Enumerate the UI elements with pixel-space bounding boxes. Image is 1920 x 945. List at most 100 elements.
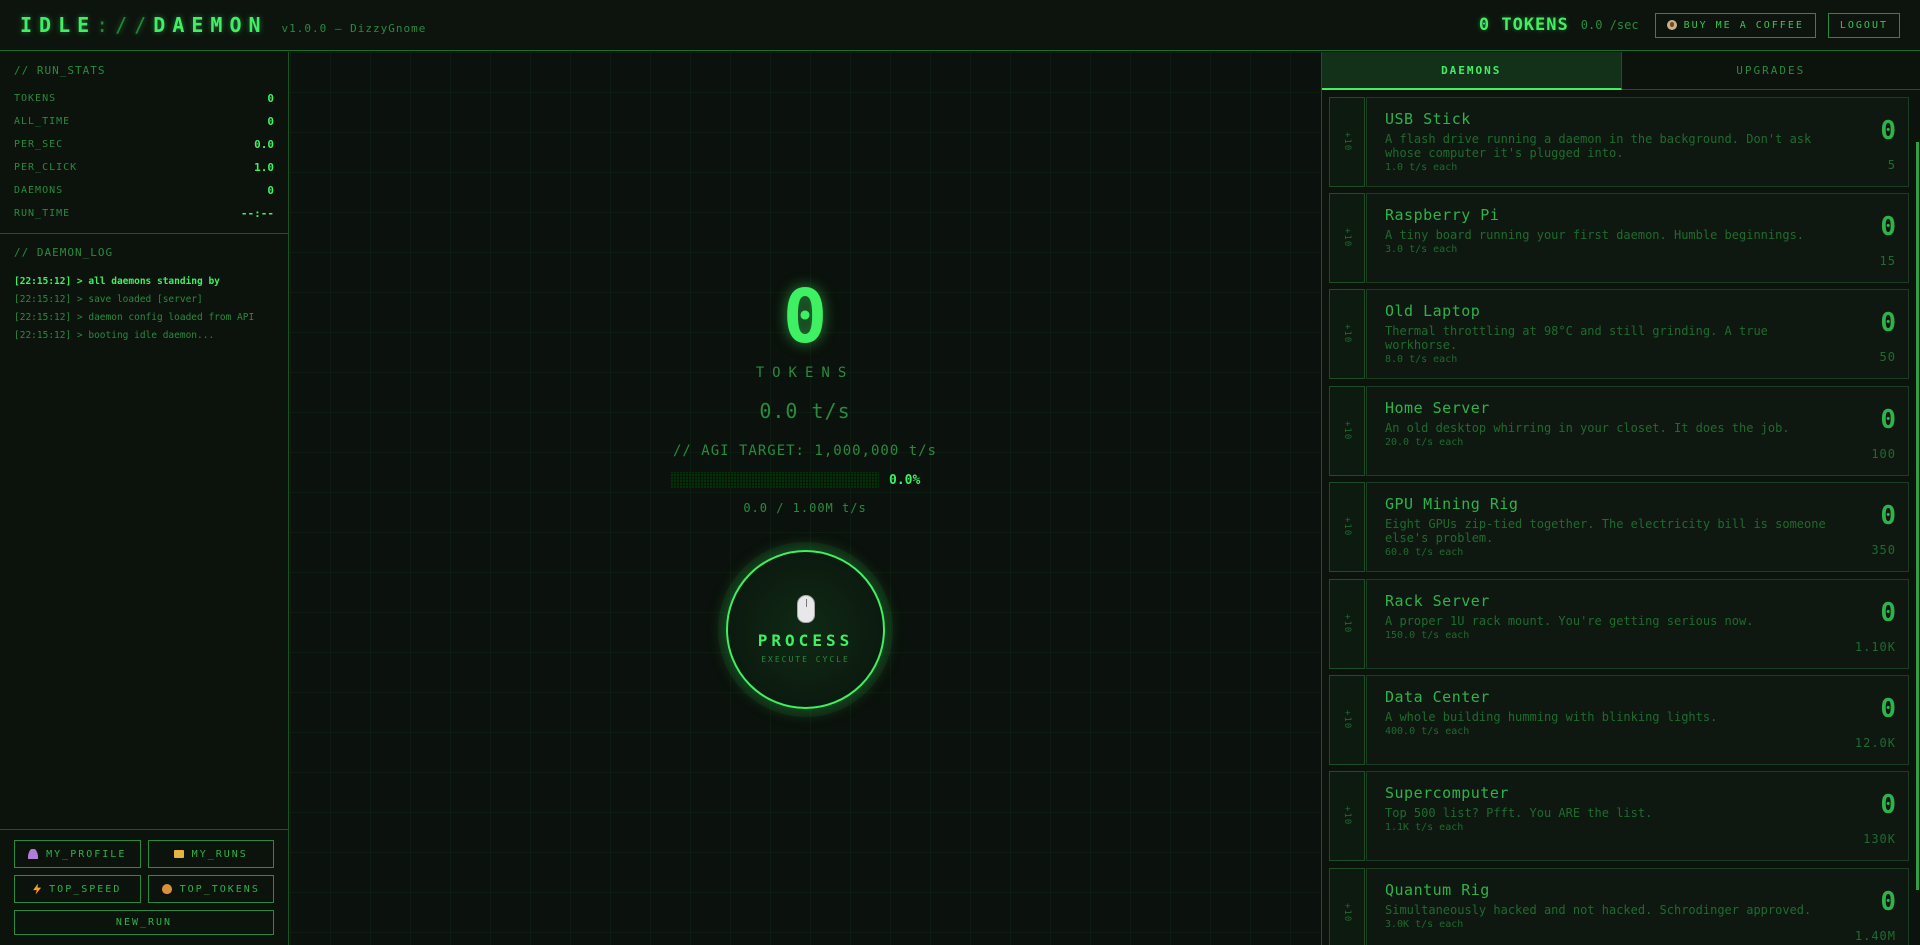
mouse-icon bbox=[796, 595, 815, 623]
buy-ten-button[interactable]: +10 bbox=[1329, 771, 1365, 861]
daemon-name: GPU Mining Rig bbox=[1385, 495, 1519, 513]
buy-ten-label: +10 bbox=[1342, 903, 1352, 923]
top-tokens-label: TOP_TOKENS bbox=[179, 883, 260, 895]
daemon-item[interactable]: +10 USB Stick A flash drive running a daem… bbox=[1329, 97, 1909, 187]
buy-ten-label: +10 bbox=[1342, 228, 1352, 248]
daemon-name: Supercomputer bbox=[1385, 784, 1509, 802]
buy-coffee-button[interactable]: BUY ME A COFFEE bbox=[1654, 12, 1816, 38]
daemon-rate: 8.0 t/s each bbox=[1385, 354, 1458, 365]
daemon-item[interactable]: +10 Rack Server A proper 1U rack mount. Yo… bbox=[1329, 579, 1909, 669]
stat-label: ALL_TIME bbox=[14, 116, 71, 127]
shop-panel: DAEMONS UPGRADES +10 USB Stick A flash dri… bbox=[1321, 52, 1920, 945]
stat-label: DAEMONS bbox=[14, 185, 64, 196]
daemon-list-scrollbar[interactable] bbox=[1916, 142, 1919, 890]
daemon-owned-count: 0 bbox=[1880, 308, 1896, 338]
daemon-item[interactable]: +10 Data Center A whole building humming w… bbox=[1329, 675, 1909, 765]
tab-daemons[interactable]: DAEMONS bbox=[1322, 52, 1622, 90]
log-line: [22:15:12] > save loaded [server] bbox=[14, 294, 203, 305]
header-per-sec: 0.0 /sec bbox=[1580, 18, 1639, 32]
process-label: PROCESS bbox=[757, 631, 854, 650]
daemon-card[interactable]: USB Stick A flash drive running a daemon … bbox=[1366, 97, 1909, 187]
stat-row-tokens: TOKENS 0 bbox=[0, 87, 288, 110]
daemon-cost: 1.40M bbox=[1854, 929, 1896, 943]
my-runs-button[interactable]: MY_RUNS bbox=[147, 840, 274, 868]
daemon-owned-count: 0 bbox=[1880, 790, 1896, 820]
daemon-owned-count: 0 bbox=[1880, 501, 1896, 531]
left-sidebar: // RUN_STATS TOKENS 0 ALL_TIME 0 PER_SEC 0.0 P… bbox=[0, 52, 289, 945]
buy-ten-button[interactable]: +10 bbox=[1329, 868, 1365, 945]
daemon-name: Quantum Rig bbox=[1385, 881, 1490, 899]
stat-label: TOKENS bbox=[14, 93, 57, 104]
stat-label: PER_CLICK bbox=[14, 162, 78, 173]
stat-value: 1.0 bbox=[254, 161, 274, 174]
buy-ten-label: +10 bbox=[1342, 806, 1352, 826]
buy-ten-button[interactable]: +10 bbox=[1329, 97, 1365, 187]
logo-separator: :// bbox=[96, 13, 154, 37]
daemon-card[interactable]: Data Center A whole building humming with… bbox=[1366, 675, 1909, 765]
run-stats-title: // RUN_STATS bbox=[14, 64, 106, 77]
daemon-item[interactable]: +10 Old Laptop Thermal throttling at 98°C … bbox=[1329, 289, 1909, 379]
lightning-icon bbox=[33, 883, 42, 895]
daemon-item[interactable]: +10 GPU Mining Rig Eight GPUs zip-tied tog… bbox=[1329, 482, 1909, 572]
daemon-cost: 5 bbox=[1887, 158, 1896, 172]
buy-coffee-label: BUY ME A COFFEE bbox=[1683, 19, 1804, 31]
stat-value: --:-- bbox=[240, 207, 274, 220]
new-run-button[interactable]: NEW_RUN bbox=[14, 910, 274, 935]
daemon-rate: 1.0 t/s each bbox=[1385, 162, 1458, 173]
daemon-owned-count: 0 bbox=[1880, 887, 1896, 917]
daemon-card[interactable]: Rack Server A proper 1U rack mount. You'r… bbox=[1366, 579, 1909, 669]
daemon-card[interactable]: Old Laptop Thermal throttling at 98°C and… bbox=[1366, 289, 1909, 379]
daemon-card[interactable]: Raspberry Pi A tiny board running your fi… bbox=[1366, 193, 1909, 283]
log-line: [22:15:12] > all daemons standing by bbox=[14, 276, 220, 287]
stat-label: RUN_TIME bbox=[14, 208, 71, 219]
token-counter: 0 bbox=[782, 274, 828, 360]
agi-progress: 0.0% bbox=[671, 472, 920, 488]
daemon-card[interactable]: GPU Mining Rig Eight GPUs zip-tied togeth… bbox=[1366, 482, 1909, 572]
daemon-owned-count: 0 bbox=[1880, 212, 1896, 242]
my-profile-button[interactable]: MY_PROFILE bbox=[14, 840, 141, 868]
daemon-cost: 350 bbox=[1871, 543, 1896, 557]
daemon-description: Top 500 list? Pfft. You ARE the list. bbox=[1385, 806, 1653, 820]
buy-ten-label: +10 bbox=[1342, 132, 1352, 152]
daemon-item[interactable]: +10 Home Server An old desktop whirring in… bbox=[1329, 386, 1909, 476]
top-speed-button[interactable]: TOP_SPEED bbox=[14, 875, 141, 903]
buy-ten-label: +10 bbox=[1342, 324, 1352, 344]
tab-upgrades[interactable]: UPGRADES bbox=[1621, 52, 1920, 90]
top-tokens-button[interactable]: TOP_TOKENS bbox=[147, 875, 274, 903]
buy-ten-button[interactable]: +10 bbox=[1329, 482, 1365, 572]
log-line: [22:15:12] > daemon config loaded from A… bbox=[14, 312, 255, 323]
logo-part-daemon: DAEMON bbox=[153, 13, 268, 37]
tokens-label: TOKENS bbox=[755, 365, 855, 381]
buy-ten-button[interactable]: +10 bbox=[1329, 386, 1365, 476]
my-runs-label: MY_RUNS bbox=[191, 848, 248, 860]
agi-progress-bar bbox=[671, 472, 879, 488]
buy-ten-button[interactable]: +10 bbox=[1329, 579, 1365, 669]
logout-button[interactable]: LOGOUT bbox=[1827, 12, 1900, 38]
daemon-item[interactable]: +10 Raspberry Pi A tiny board running your… bbox=[1329, 193, 1909, 283]
daemon-description: Eight GPUs zip-tied together. The electr… bbox=[1385, 517, 1826, 545]
stat-row-daemons: DAEMONS 0 bbox=[0, 179, 288, 202]
daemon-item[interactable]: +10 Supercomputer Top 500 list? Pfft. You … bbox=[1329, 771, 1909, 861]
stat-value: 0 bbox=[267, 184, 274, 197]
money-bag-icon bbox=[161, 884, 172, 894]
log-line: [22:15:12] > booting idle daemon... bbox=[14, 330, 215, 341]
app-logo: IDLE://DAEMON bbox=[20, 13, 268, 37]
header-token-count: 0 TOKENS bbox=[1478, 15, 1569, 35]
agi-progress-percent: 0.0% bbox=[889, 472, 921, 488]
daemon-card[interactable]: Home Server An old desktop whirring in yo… bbox=[1366, 386, 1909, 476]
buy-ten-button[interactable]: +10 bbox=[1329, 289, 1365, 379]
process-button[interactable]: PROCESS EXECUTE CYCLE bbox=[726, 550, 885, 709]
daemon-cost: 15 bbox=[1879, 254, 1896, 268]
daemon-name: USB Stick bbox=[1385, 110, 1471, 128]
agi-target: // AGI TARGET: 1,000,000 t/s bbox=[672, 443, 937, 459]
buy-ten-button[interactable]: +10 bbox=[1329, 675, 1365, 765]
buy-ten-button[interactable]: +10 bbox=[1329, 193, 1365, 283]
daemon-card[interactable]: Quantum Rig Simultaneously hacked and not… bbox=[1366, 868, 1909, 945]
daemon-description: A flash drive running a daemon in the ba… bbox=[1385, 132, 1812, 160]
daemon-description: Simultaneously hacked and not hacked. Sc… bbox=[1385, 903, 1812, 917]
daemon-item[interactable]: +10 Quantum Rig Simultaneously hacked and … bbox=[1329, 868, 1909, 945]
daemon-card[interactable]: Supercomputer Top 500 list? Pfft. You ARE… bbox=[1366, 771, 1909, 861]
profile-icon bbox=[28, 849, 39, 859]
daemon-owned-count: 0 bbox=[1880, 694, 1896, 724]
daemon-description: An old desktop whirring in your closet. … bbox=[1385, 421, 1790, 435]
